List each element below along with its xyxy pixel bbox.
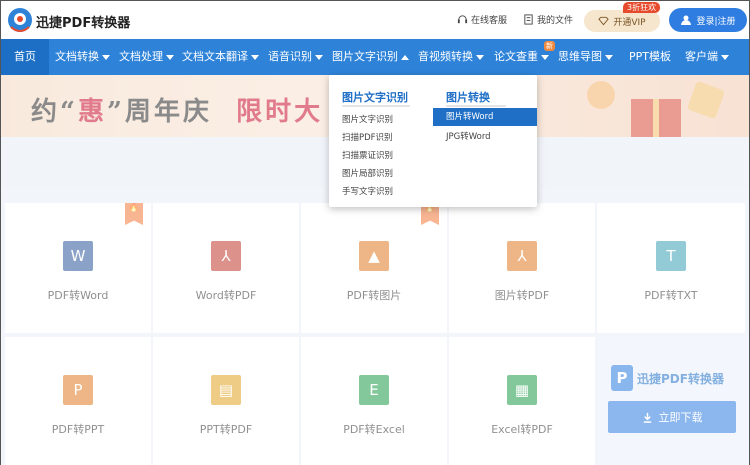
caret-down-icon — [721, 54, 729, 60]
nav-translate[interactable]: 文档文本翻译 — [177, 39, 263, 75]
nav-label: 语音识别 — [268, 50, 312, 63]
nav-image-ocr[interactable]: 图片文字识别 — [327, 39, 413, 75]
caret-down-icon — [476, 54, 484, 60]
nav-client[interactable]: 客户端 — [677, 39, 743, 75]
nav-av-convert[interactable]: 音视频转换 — [413, 39, 489, 75]
nav-label: 文档文本翻译 — [182, 50, 248, 63]
nav-label: 文档处理 — [119, 50, 163, 63]
menu-item-handwriting[interactable]: 手写文字识别 — [342, 185, 393, 197]
divider — [342, 105, 410, 107]
login-label: 登录|注册 — [696, 16, 736, 27]
nav-label: 文档转换 — [55, 50, 99, 63]
top-header: 迅捷PDF转换器 在线客服 我的文件 开通VIP 3折狂欢 登录|注册 — [1, 1, 749, 39]
my-files-link[interactable]: 我的文件 — [523, 13, 573, 26]
vip-label: 开通VIP — [613, 17, 646, 28]
caret-down-icon — [102, 54, 110, 60]
divider — [446, 105, 506, 107]
customer-service-label: 在线客服 — [471, 16, 508, 26]
caret-down-icon — [251, 54, 259, 60]
menu-item-image-to-word[interactable]: 图片转Word — [433, 108, 537, 126]
nav-label: 首页 — [14, 50, 36, 63]
nav-doc-convert[interactable]: 文档转换 — [49, 39, 113, 75]
vip-discount-badge: 3折狂欢 — [623, 2, 661, 13]
nav-home[interactable]: 首页 — [1, 39, 49, 75]
customer-service-link[interactable]: 在线客服 — [457, 13, 507, 26]
caret-up-icon — [401, 54, 409, 60]
my-files-label: 我的文件 — [537, 16, 574, 26]
main-nav: 首页 文档转换 文档处理 文档文本翻译 语音识别 图片文字识别 音视频转换 论文… — [1, 39, 749, 75]
nav-doc-process[interactable]: 文档处理 — [113, 39, 177, 75]
caret-down-icon — [315, 54, 323, 60]
login-button[interactable]: 登录|注册 — [669, 8, 747, 32]
nav-mindmap[interactable]: 思维导图 — [553, 39, 619, 75]
caret-down-icon — [605, 54, 613, 60]
dropdown-col2-title: 图片转换 — [446, 91, 490, 104]
menu-item-image-ocr[interactable]: 图片文字识别 — [342, 113, 393, 125]
menu-item-scan-pdf[interactable]: 扫描PDF识别 — [342, 131, 393, 143]
nav-label: 客户端 — [685, 50, 718, 63]
caret-down-icon — [166, 54, 174, 60]
nav-thesis-check[interactable]: 论文查重新 — [489, 39, 555, 75]
menu-item-scan-receipt[interactable]: 扫描票证识别 — [342, 149, 393, 161]
nav-label: 论文查重 — [494, 50, 538, 63]
logo-icon[interactable] — [7, 7, 33, 33]
nav-label: 思维导图 — [558, 50, 602, 63]
nav-label: 图片文字识别 — [332, 50, 398, 63]
nav-label: 音视频转换 — [418, 50, 473, 63]
headset-icon — [457, 15, 468, 24]
dropdown-col1-title: 图片文字识别 — [342, 91, 408, 104]
brand-name[interactable]: 迅捷PDF转换器 — [36, 12, 130, 31]
file-icon — [524, 14, 533, 25]
diamond-icon — [598, 16, 610, 26]
ocr-dropdown-menu: 图片文字识别 图片文字识别 扫描PDF识别 扫描票证识别 图片局部识别 手写文字… — [329, 75, 537, 207]
nav-ppt-template[interactable]: PPT模板 — [619, 39, 677, 75]
vip-button[interactable]: 开通VIP — [584, 10, 660, 32]
menu-item-jpg-to-word[interactable]: JPG转Word — [446, 130, 491, 142]
nav-label: PPT模板 — [629, 50, 671, 63]
user-icon — [681, 15, 692, 25]
nav-speech[interactable]: 语音识别 — [263, 39, 327, 75]
caret-down-icon — [541, 54, 549, 60]
menu-item-partial-ocr[interactable]: 图片局部识别 — [342, 167, 393, 179]
